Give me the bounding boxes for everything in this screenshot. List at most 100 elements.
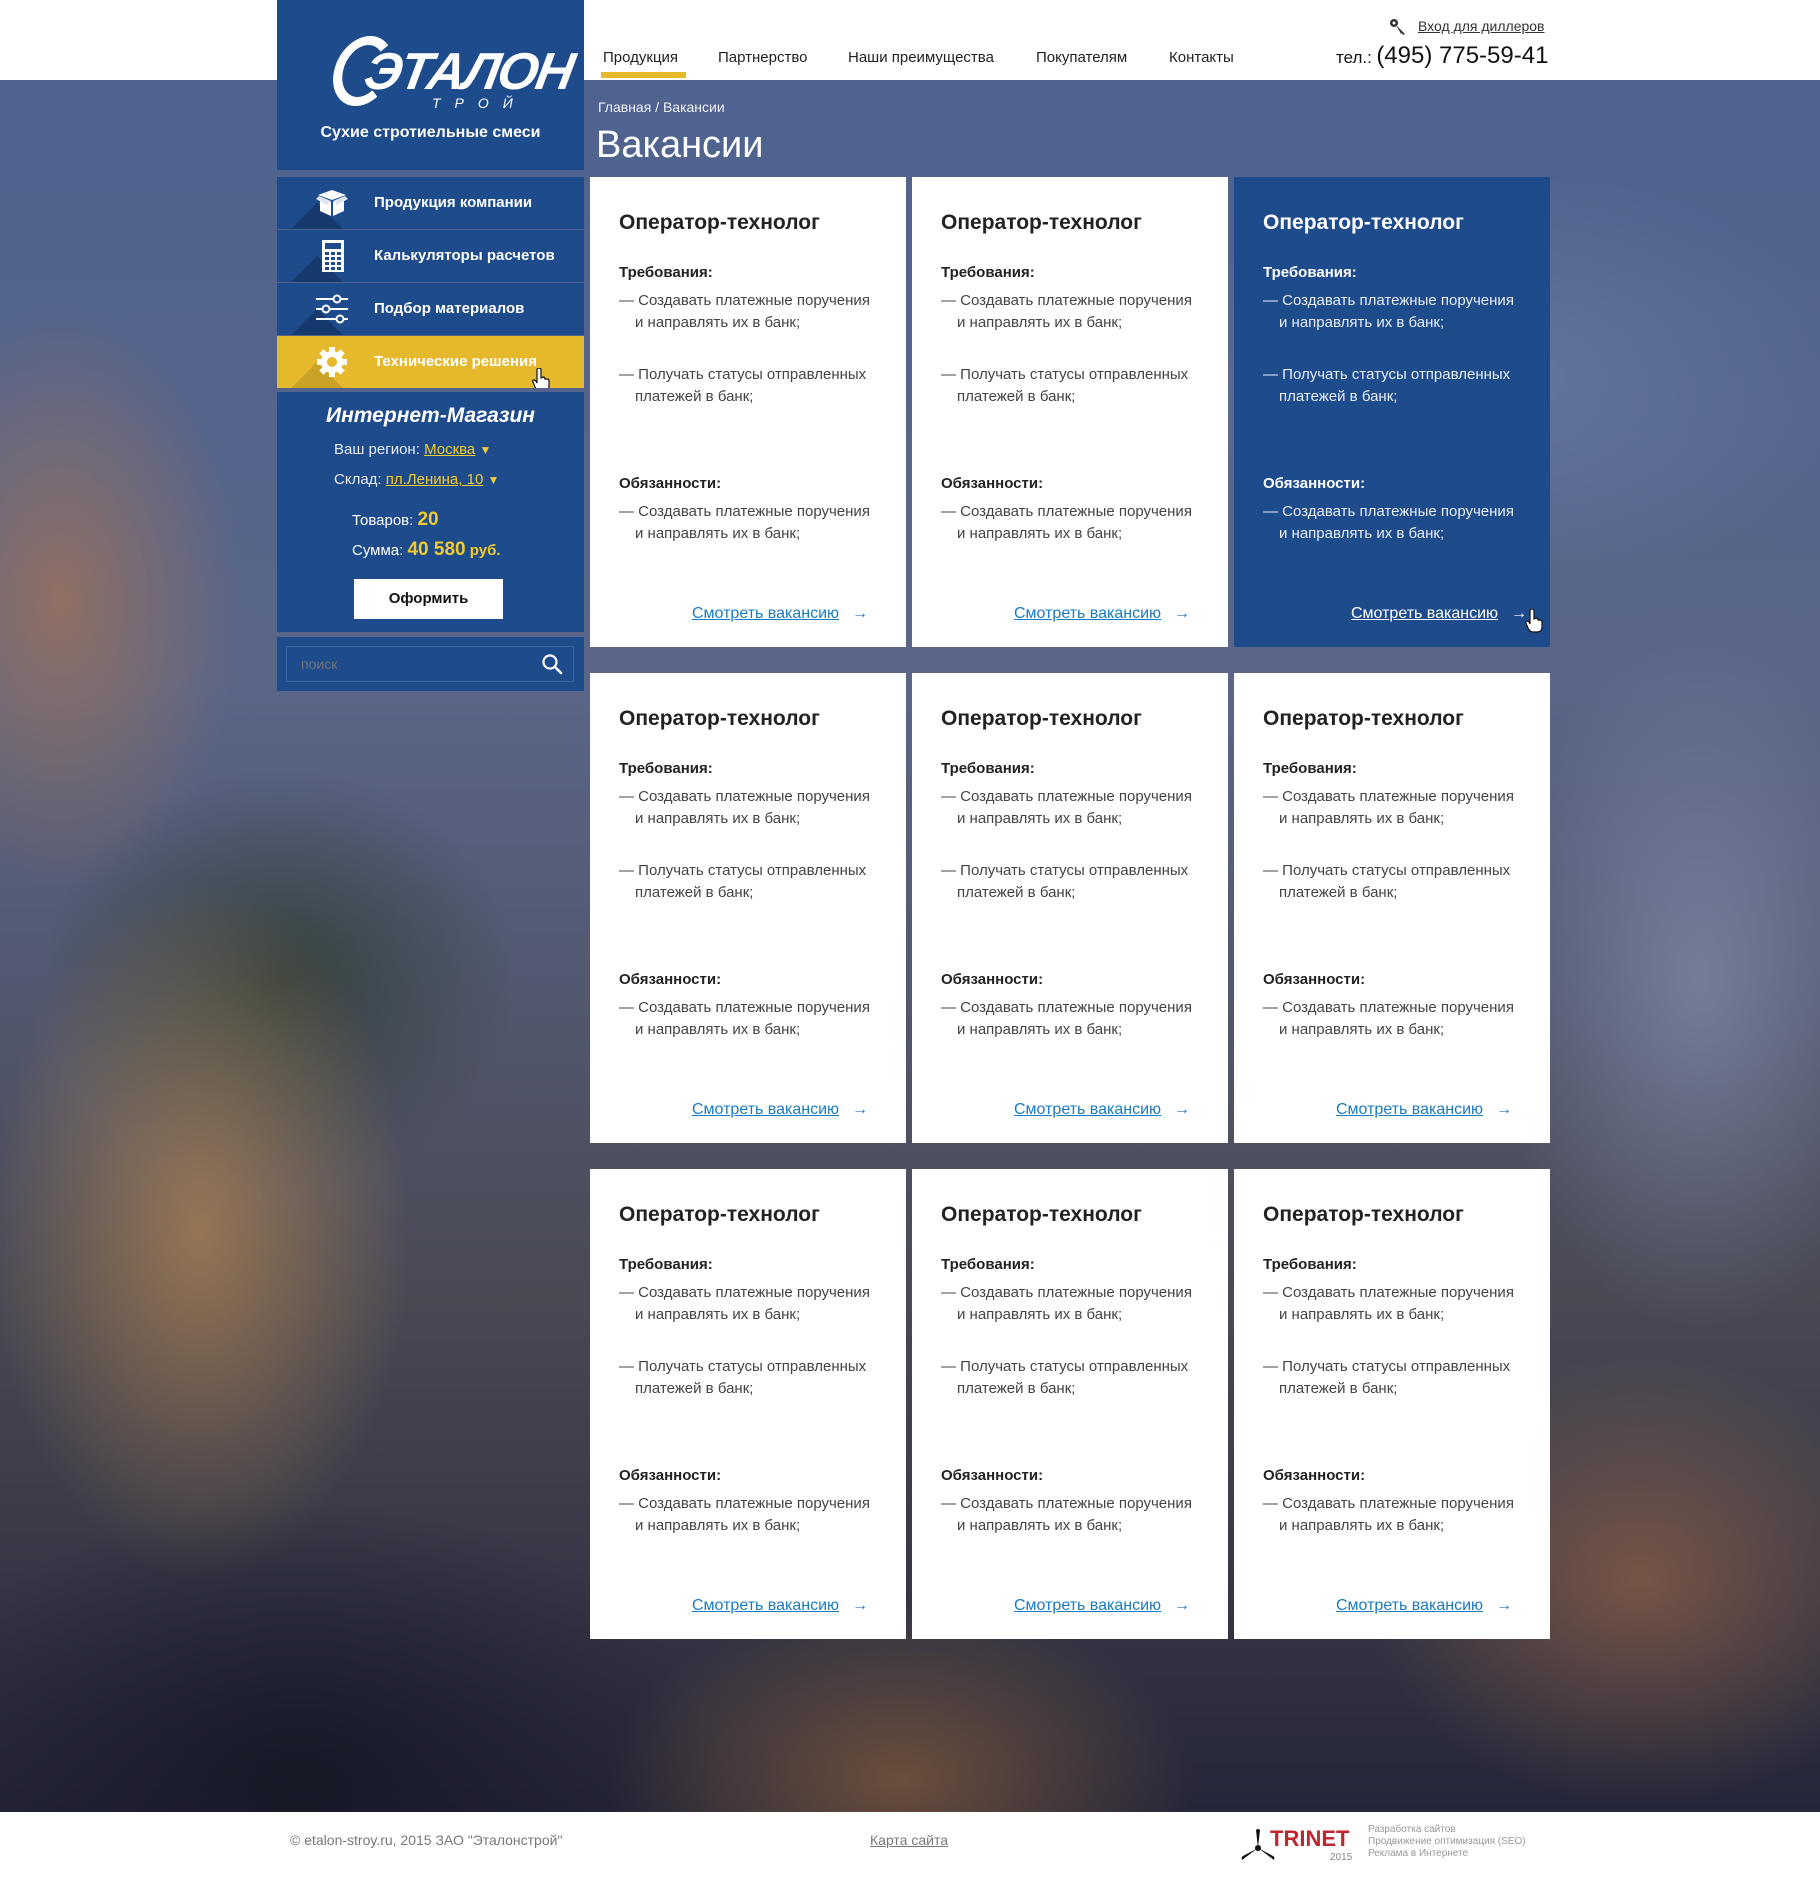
vacancy-card[interactable]: Оператор-технолог Требования: — Создавать … [590, 177, 906, 647]
sidebar-item-calculators[interactable]: Калькуляторы расчетов [277, 230, 584, 282]
region-select[interactable]: Москва [424, 441, 475, 458]
vacancy-card[interactable]: Оператор-технолог Требования: — Создавать … [590, 1169, 906, 1639]
chevron-down-icon[interactable]: ▼ [487, 473, 499, 487]
search-panel [277, 637, 584, 691]
view-vacancy-link[interactable]: Смотреть вакансию [1014, 1597, 1161, 1615]
view-vacancy-link[interactable]: Смотреть вакансию [1351, 605, 1498, 623]
requirements-label: Требования: [941, 760, 1035, 777]
online-shop-panel: Интернет-Магазин Ваш регион: Москва ▼ Ск… [277, 392, 584, 632]
nav-products[interactable]: Продукция [600, 49, 687, 78]
duty-item: — Создавать платежные поручения и направ… [619, 503, 870, 542]
view-vacancy-link[interactable]: Смотреть вакансию [1336, 1597, 1483, 1615]
view-vacancy-link[interactable]: Смотреть вакансию [1014, 605, 1161, 623]
breadcrumb[interactable]: Главная / Вакансии [598, 99, 725, 115]
requirement-item: — Создавать платежные поручения и направ… [941, 1284, 1192, 1323]
search-icon[interactable] [541, 653, 563, 675]
requirement-item: — Создавать платежные поручения и направ… [1263, 1284, 1514, 1323]
view-vacancy-link[interactable]: Смотреть вакансию [692, 605, 839, 623]
trinet-service: Разработка сайтов [1368, 1824, 1456, 1835]
vacancy-card[interactable]: Оператор-технолог Требования: — Создавать … [1234, 1169, 1550, 1639]
duty-item: — Создавать платежные поручения и направ… [941, 1495, 1192, 1534]
vacancy-card[interactable]: Оператор-технолог Требования: — Создавать … [912, 673, 1228, 1143]
duty-item: — Создавать платежные поручения и направ… [941, 999, 1192, 1038]
nav-advantages[interactable]: Наши преимущества [848, 49, 994, 66]
duty-item: — Создавать платежные поручения и направ… [1263, 503, 1514, 542]
sidebar-item-tech-solutions[interactable]: Технические решения [277, 336, 584, 388]
duties-label: Обязанности: [941, 475, 1044, 492]
arrow-right-icon[interactable]: → [1496, 1101, 1512, 1119]
requirements-label: Требования: [619, 1256, 713, 1273]
arrow-right-icon[interactable]: → [852, 1597, 868, 1615]
search-input[interactable] [286, 646, 574, 682]
sidebar-item-label: Технические решения [374, 353, 538, 370]
vacancy-title: Оператор-технолог [619, 211, 820, 234]
sidebar-item-products[interactable]: Продукция компании [277, 177, 584, 229]
arrow-right-icon[interactable]: → [1496, 1597, 1512, 1615]
items-count: 20 [417, 509, 439, 530]
duties-label: Обязанности: [941, 971, 1044, 988]
checkout-button[interactable]: Оформить [354, 579, 503, 619]
requirement-item: — Получать статусы отправленных платежей… [941, 366, 1189, 405]
requirements-label: Требования: [941, 1256, 1035, 1273]
trinet-name[interactable]: TRINET [1270, 1826, 1349, 1852]
dealer-login-link[interactable]: Вход для диллеров [1418, 18, 1545, 34]
requirement-item: — Создавать платежные поручения и направ… [619, 1284, 870, 1323]
sliders-icon [316, 294, 348, 324]
arrow-right-icon[interactable]: → [1174, 1101, 1190, 1119]
requirement-item: — Получать статусы отправленных платежей… [941, 1358, 1189, 1397]
view-vacancy-link[interactable]: Смотреть вакансию [1336, 1101, 1483, 1119]
footer [0, 1812, 1820, 1904]
requirement-item: — Создавать платежные поручения и направ… [1263, 292, 1514, 331]
vacancy-card[interactable]: Оператор-технолог Требования: — Создавать … [912, 177, 1228, 647]
requirement-item: — Создавать платежные поручения и направ… [941, 292, 1192, 331]
sidebar-item-materials[interactable]: Подбор материалов [277, 283, 584, 335]
chevron-down-icon[interactable]: ▼ [479, 443, 491, 457]
hand-cursor-icon [532, 368, 550, 388]
requirements-label: Требования: [619, 264, 713, 281]
warehouse-select[interactable]: пл.Ленина, 10 [386, 471, 484, 488]
requirements-label: Требования: [941, 264, 1035, 281]
requirement-item: — Получать статусы отправленных платежей… [619, 1358, 867, 1397]
key-icon [1390, 19, 1405, 35]
duty-item: — Создавать платежные поручения и направ… [619, 1495, 870, 1534]
vacancy-title: Оператор-технолог [619, 707, 820, 730]
requirement-item: — Получать статусы отправленных платежей… [1263, 862, 1511, 901]
requirements-label: Требования: [1263, 760, 1357, 777]
vacancy-card[interactable]: Оператор-технолог Требования: — Создавать … [1234, 673, 1550, 1143]
calculator-icon [322, 240, 344, 272]
hand-cursor-icon [1525, 609, 1543, 633]
requirement-item: — Создавать платежные поручения и направ… [619, 292, 870, 331]
vacancy-card[interactable]: Оператор-технолог Требования: — Создавать … [1234, 177, 1550, 647]
duty-item: — Создавать платежные поручения и направ… [1263, 1495, 1514, 1534]
region-label: Ваш регион: [334, 441, 420, 458]
view-vacancy-link[interactable]: Смотреть вакансию [692, 1101, 839, 1119]
duties-label: Обязанности: [619, 1467, 722, 1484]
duties-label: Обязанности: [1263, 475, 1366, 492]
requirement-item: — Создавать платежные поручения и направ… [619, 788, 870, 827]
arrow-right-icon[interactable]: → [852, 605, 868, 623]
sum-row: Сумма: 40 580 руб. [352, 539, 501, 561]
view-vacancy-link[interactable]: Смотреть вакансию [1014, 1101, 1161, 1119]
arrow-right-icon[interactable]: → [1174, 1597, 1190, 1615]
view-vacancy-link[interactable]: Смотреть вакансию [692, 1597, 839, 1615]
gear-icon [317, 347, 347, 377]
requirement-item: — Создавать платежные поручения и направ… [1263, 788, 1514, 827]
nav-contacts[interactable]: Контакты [1169, 49, 1234, 66]
sitemap-link[interactable]: Карта сайта [870, 1832, 948, 1848]
phone-label: тел.: [1336, 48, 1372, 67]
nav-buyers[interactable]: Покупателям [1036, 49, 1127, 66]
arrow-right-icon[interactable]: → [1174, 605, 1190, 623]
requirements-label: Требования: [1263, 1256, 1357, 1273]
trinet-service: Реклама в Интернете [1368, 1848, 1469, 1859]
duty-item: — Создавать платежные поручения и направ… [1263, 999, 1514, 1038]
vacancy-title: Оператор-технолог [619, 1203, 820, 1226]
requirement-item: — Получать статусы отправленных платежей… [619, 862, 867, 901]
logo-word: ЭТАЛОН [359, 43, 578, 101]
phone: тел.: (495) 775-59-41 [1336, 42, 1548, 70]
arrow-right-icon[interactable]: → [852, 1101, 868, 1119]
vacancy-card[interactable]: Оператор-технолог Требования: — Создавать … [912, 1169, 1228, 1639]
sidebar-item-label: Продукция компании [374, 194, 533, 211]
vacancy-card[interactable]: Оператор-технолог Требования: — Создавать … [590, 673, 906, 1143]
nav-partnership[interactable]: Партнерство [718, 49, 808, 66]
logo-block[interactable]: ЭТАЛОН ТРОЙ Сухие стротиельные смеси [277, 0, 584, 170]
